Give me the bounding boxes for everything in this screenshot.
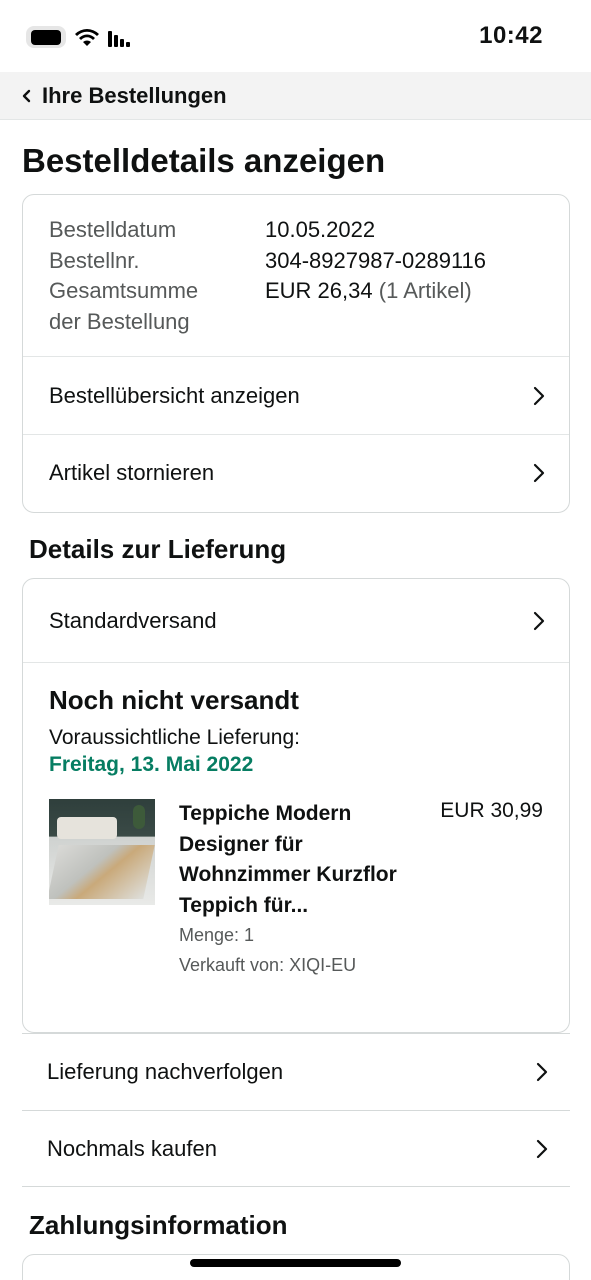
shipment-status: Noch nicht versandt Voraussichtliche Lie… bbox=[23, 663, 569, 777]
eta-date: Freitag, 13. Mai 2022 bbox=[49, 753, 254, 776]
track-delivery-link[interactable]: Lieferung nachverfolgen bbox=[22, 1033, 570, 1110]
payment-section-title: Zahlungsinformation bbox=[29, 1210, 288, 1240]
order-date-label: Bestelldatum bbox=[49, 217, 177, 242]
order-total-label-2: der Bestellung bbox=[49, 308, 190, 334]
shipment-status-title: Noch nicht versandt bbox=[49, 685, 299, 715]
order-summary-card: Bestelldatum 10.05.2022 Bestellnr. 304-8… bbox=[22, 194, 570, 513]
signal-icon bbox=[108, 27, 134, 47]
cancel-items-link[interactable]: Artikel stornieren bbox=[23, 435, 569, 511]
status-icons bbox=[26, 26, 134, 48]
product-price: EUR 30,99 bbox=[440, 799, 543, 822]
view-order-summary-label: Bestellübersicht anzeigen bbox=[49, 382, 300, 408]
payment-card bbox=[22, 1254, 570, 1280]
product-image[interactable] bbox=[49, 799, 155, 905]
buy-again-label: Nochmals kaufen bbox=[47, 1135, 217, 1161]
cancel-items-label: Artikel stornieren bbox=[49, 460, 215, 485]
order-total-value: EUR 26,34 (1 Artikel) bbox=[265, 276, 472, 307]
order-total-items: (1 Artikel) bbox=[378, 278, 472, 303]
product-title[interactable]: Teppiche Modern Designer für Wohnzimmer … bbox=[179, 799, 429, 921]
shipping-method-link[interactable]: Standardversand bbox=[23, 579, 569, 663]
order-total-amount: EUR 26,34 bbox=[265, 278, 373, 303]
order-info: Bestelldatum 10.05.2022 Bestellnr. 304-8… bbox=[23, 195, 569, 357]
chevron-right-icon bbox=[533, 463, 545, 483]
delivery-card: Standardversand Noch nicht versandt Vora… bbox=[22, 578, 570, 1033]
wifi-icon bbox=[74, 27, 100, 47]
order-number-value: 304-8927987-0289116 bbox=[265, 247, 487, 273]
home-indicator[interactable] bbox=[190, 1259, 401, 1267]
chevron-right-icon bbox=[536, 1139, 548, 1158]
status-time: 10:42 bbox=[479, 22, 543, 49]
delivery-section-title: Details zur Lieferung bbox=[29, 534, 287, 564]
chevron-right-icon bbox=[533, 386, 545, 405]
buy-again-link[interactable]: Nochmals kaufen bbox=[22, 1110, 570, 1187]
eta-label: Voraussichtliche Lieferung: bbox=[49, 726, 300, 749]
track-delivery-label: Lieferung nachverfolgen bbox=[47, 1059, 284, 1084]
view-order-summary-link[interactable]: Bestellübersicht anzeigen bbox=[23, 357, 569, 435]
order-date-value: 10.05.2022 bbox=[265, 217, 376, 242]
product-seller: Verkauft von: XIQI-EU bbox=[179, 955, 357, 975]
product-quantity: Menge: 1 bbox=[179, 925, 255, 945]
chevron-right-icon bbox=[536, 1062, 548, 1082]
battery-icon bbox=[26, 26, 66, 48]
back-label: Ihre Bestellungen bbox=[42, 82, 227, 108]
chevron-right-icon bbox=[533, 611, 545, 630]
chevron-left-icon bbox=[22, 89, 31, 102]
order-item[interactable]: Teppiche Modern Designer für Wohnzimmer … bbox=[23, 799, 569, 989]
order-number-label: Bestellnr. bbox=[49, 247, 140, 273]
status-bar: 10:42 bbox=[0, 0, 591, 72]
order-total-label: Gesamtsumme bbox=[49, 278, 199, 303]
back-button[interactable]: Ihre Bestellungen bbox=[18, 83, 227, 109]
shipping-method-label: Standardversand bbox=[49, 607, 217, 633]
page-title: Bestelldetails anzeigen bbox=[22, 142, 386, 179]
nav-bar: Ihre Bestellungen bbox=[0, 72, 591, 120]
